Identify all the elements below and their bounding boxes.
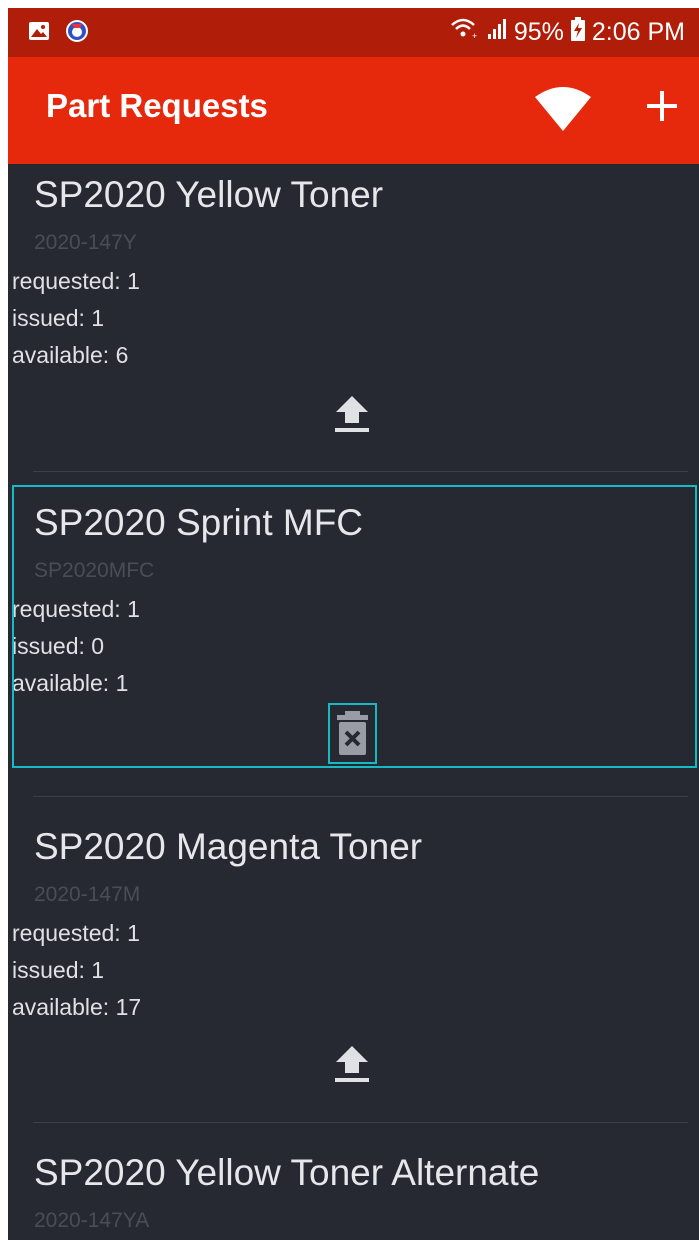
available-count: available: 17 xyxy=(12,994,142,1020)
list-item[interactable]: SP2020 Yellow Toner Alternate 2020-147YA xyxy=(8,1142,699,1240)
battery-charging-icon xyxy=(570,17,586,48)
gallery-notification-icon xyxy=(28,21,50,46)
status-bar: + 95% 2:06 PM xyxy=(8,8,699,57)
issued-count: issued: 1 xyxy=(12,957,105,983)
part-name: SP2020 Magenta Toner xyxy=(34,826,423,867)
part-code: 2020-147M xyxy=(34,883,141,906)
plus-icon xyxy=(647,91,677,121)
divider xyxy=(33,796,688,797)
app-notification-icon xyxy=(64,18,90,49)
delete-icon xyxy=(337,711,368,755)
part-name: SP2020 Yellow Toner Alternate xyxy=(34,1152,540,1193)
wifi-icon xyxy=(535,87,591,131)
list-item[interactable]: SP2020 Yellow Toner 2020-147Y requested:… xyxy=(8,164,699,479)
add-request-button[interactable] xyxy=(642,81,682,131)
divider xyxy=(33,471,688,472)
upload-button[interactable] xyxy=(332,1042,372,1091)
signal-icon xyxy=(486,17,508,48)
upload-icon xyxy=(335,396,369,432)
page-title: Part Requests xyxy=(46,87,268,124)
sync-wifi-button[interactable] xyxy=(533,85,593,135)
upload-button[interactable] xyxy=(332,392,372,441)
list-item[interactable]: SP2020 Magenta Toner 2020-147M requested… xyxy=(8,816,699,1126)
part-code: 2020-147Y xyxy=(34,231,137,254)
app-screen: + 95% 2:06 PM Part Requests SP2020 Yello… xyxy=(8,8,699,1240)
svg-text:+: + xyxy=(472,31,477,41)
app-bar: Part Requests xyxy=(8,57,699,164)
battery-percent: 95% xyxy=(513,18,564,46)
clock: 2:06 PM xyxy=(591,18,685,46)
wifi-status-icon: + xyxy=(450,17,480,48)
requested-count: requested: 1 xyxy=(12,920,140,946)
delete-button[interactable] xyxy=(328,703,377,764)
part-name: SP2020 Yellow Toner xyxy=(34,174,384,215)
upload-icon xyxy=(335,1046,369,1082)
available-count: available: 6 xyxy=(12,342,129,368)
issued-count: issued: 1 xyxy=(12,305,105,331)
divider xyxy=(33,1122,688,1123)
part-code: 2020-147YA xyxy=(34,1209,150,1232)
requested-count: requested: 1 xyxy=(12,268,140,294)
